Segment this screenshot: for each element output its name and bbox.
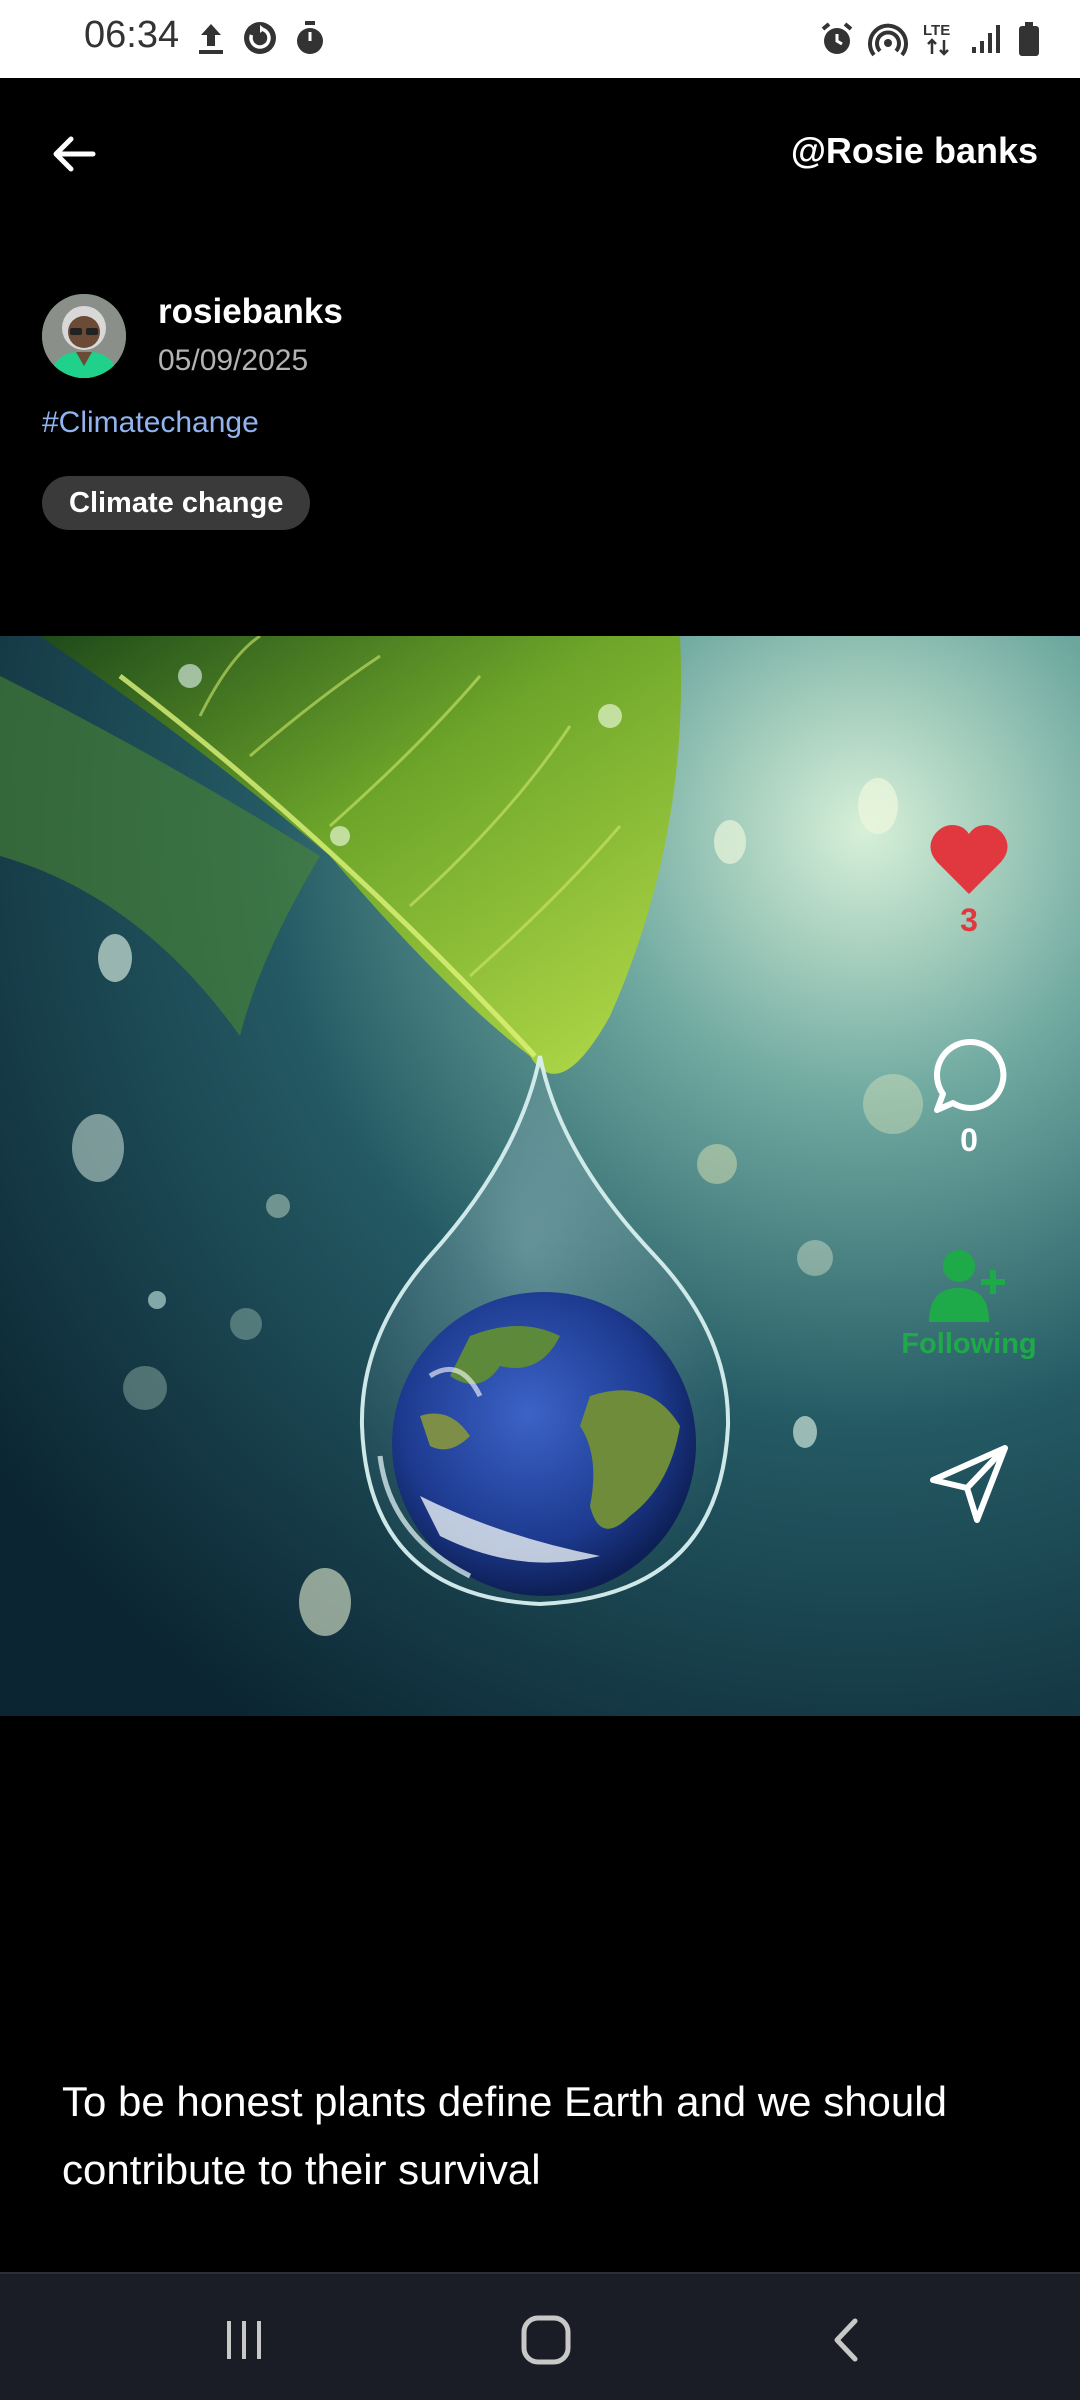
comment-count: 0 [960,1122,978,1158]
author-name[interactable]: rosiebanks [158,292,343,332]
comment-icon [933,1038,1007,1113]
signal-icon [972,25,1000,53]
svg-text:LTE: LTE [923,22,950,39]
status-right-icons: LTE [820,20,1040,58]
timer-icon [297,21,323,54]
comment-button[interactable]: 0 [889,1036,1049,1159]
back-icon [834,2318,858,2362]
hotspot-icon [868,23,908,57]
send-icon [930,1445,1008,1523]
sync-icon [244,22,276,54]
status-time: 06:34 [84,14,180,56]
home-button[interactable] [506,2310,586,2370]
like-button[interactable]: 3 [889,822,1049,939]
post-image[interactable] [0,636,1080,1716]
hashtag-link[interactable]: #Climatechange [42,406,259,440]
back-button[interactable] [42,122,106,186]
status-left-icons [196,20,326,56]
topic-chip[interactable]: Climate change [42,476,311,530]
navigation-bar [0,2272,1080,2400]
share-button[interactable] [889,1442,1049,1526]
post-caption: To be honest plants define Earth and we … [62,2078,947,2193]
recent-apps-button[interactable] [204,2310,284,2370]
system-back-button[interactable] [808,2310,888,2370]
heart-icon [930,825,1008,894]
like-count: 3 [960,902,978,938]
follow-label: Following [901,1328,1037,1360]
add-person-icon [929,1250,1005,1322]
follow-button[interactable]: Following [889,1248,1049,1361]
battery-icon [1019,22,1039,56]
header-handle[interactable]: @Rosie banks [791,130,1038,172]
home-icon [521,2315,571,2365]
status-bar: 06:34 LTE [0,0,1080,78]
upload-icon [199,24,223,54]
earth-in-water-drop-image [0,636,1080,1716]
post-date: 05/09/2025 [158,344,309,377]
recent-apps-icon [227,2321,261,2359]
arrow-left-icon [53,136,96,172]
lte-icon: LTE [923,22,950,56]
avatar[interactable] [42,294,126,378]
alarm-icon [821,22,853,54]
